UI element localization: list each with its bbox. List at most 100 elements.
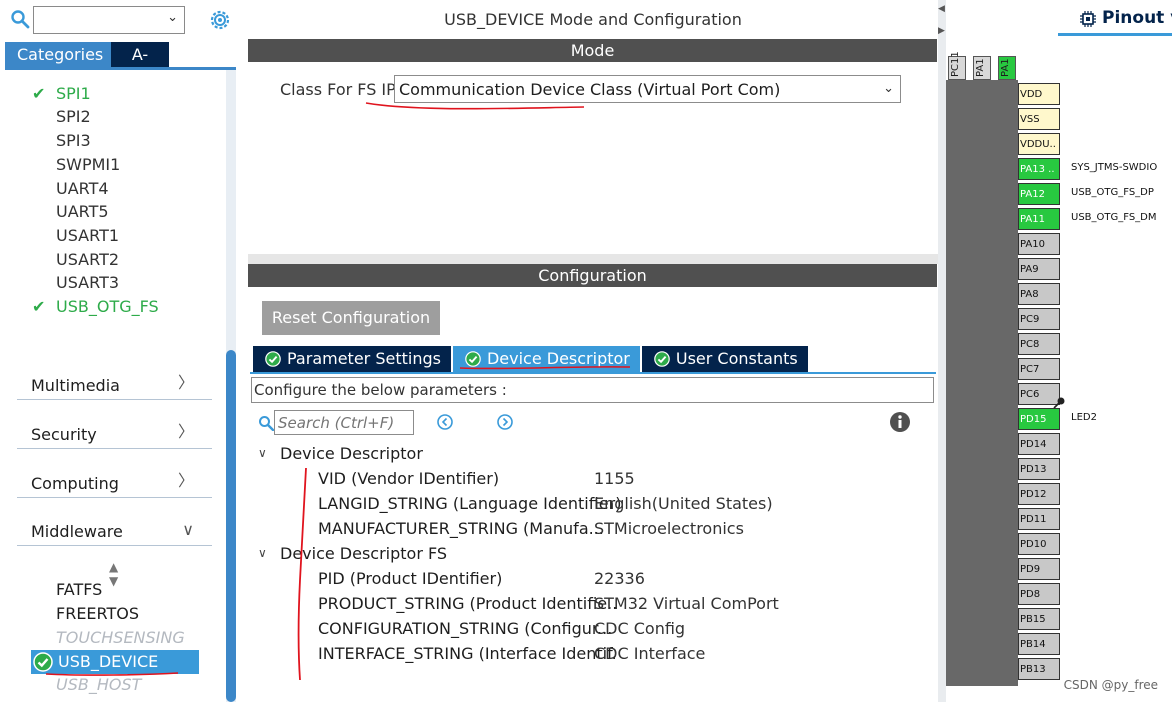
list-item-label: SPI1 — [56, 83, 91, 103]
category-multimedia[interactable]: Multimedia 〉 — [17, 360, 212, 400]
tab-device-descriptor[interactable]: Device Descriptor — [452, 346, 640, 372]
parameter-row[interactable]: PRODUCT_STRING (Product Identifie.. STM32… — [318, 591, 918, 616]
parameter-search[interactable] — [274, 410, 414, 435]
category-security[interactable]: Security 〉 — [17, 409, 212, 449]
pin-pc9[interactable]: PC9 — [1018, 308, 1060, 330]
tab-label: Device Descriptor — [486, 349, 630, 368]
panel-title: USB_DEVICE Mode and Configuration — [444, 10, 742, 29]
pin-signal-label: USB_OTG_FS_DM — [1071, 212, 1157, 223]
parameter-row[interactable]: LANGID_STRING (Language Identifier) Engli… — [318, 491, 918, 516]
pin-pb15[interactable]: PB15 — [1018, 608, 1060, 630]
parameter-value[interactable]: English(United States) — [594, 491, 773, 516]
chevron-down-icon[interactable]: ∨ — [258, 541, 267, 566]
pin-name: PA1 — [975, 58, 986, 77]
parameter-value[interactable]: 22336 — [594, 566, 645, 591]
pushpin-icon — [1053, 397, 1065, 409]
sort-icon[interactable]: ▲ ▼ — [109, 560, 118, 588]
pin-pa9[interactable]: PA9 — [1018, 258, 1060, 280]
pin-pb13[interactable]: PB13 — [1018, 658, 1060, 680]
list-item-label: SWPMI1 — [56, 154, 121, 174]
parameter-row[interactable]: CONFIGURATION_STRING (Configur... CDC Con… — [318, 616, 918, 641]
info-icon[interactable] — [889, 411, 911, 433]
pin-vddu[interactable]: VDDU.. — [1018, 133, 1060, 155]
chevron-down-icon[interactable]: ⌄ — [167, 10, 178, 25]
tab-categories[interactable]: Categories — [5, 42, 111, 68]
middleware-item[interactable]: FREERTOS — [56, 603, 139, 625]
reset-configuration-button[interactable]: Reset Configuration — [262, 301, 440, 335]
chevron-down-icon[interactable]: ∨ — [258, 441, 267, 466]
pin-pa1[interactable]: PA1 — [973, 56, 991, 80]
parameter-row[interactable]: INTERFACE_STRING (Interface Identif. CDC … — [318, 641, 918, 666]
left-scrollbar[interactable] — [226, 70, 236, 702]
pin-pb14[interactable]: PB14 — [1018, 633, 1060, 655]
pin-pc11[interactable]: PC11 — [948, 51, 966, 80]
expand-right-icon[interactable]: ▶ — [938, 26, 945, 36]
chevron-right-icon[interactable]: 〉 — [178, 467, 194, 491]
pin-pa11[interactable]: PA11 — [1018, 208, 1060, 230]
parameter-name: INTERFACE_STRING (Interface Identif. — [318, 644, 617, 663]
parameter-value[interactable]: STM32 Virtual ComPort — [594, 591, 779, 616]
mode-header: Mode — [248, 39, 937, 62]
checkmark-circle-icon — [33, 652, 53, 672]
pinout-view-tab[interactable]: Pinout vi — [1102, 8, 1172, 28]
parameter-name: LANGID_STRING (Language Identifier) — [318, 494, 622, 513]
pin-pa13[interactable]: PA13 .. — [1018, 158, 1060, 180]
parameter-value[interactable]: CDC Interface — [594, 641, 705, 666]
parameter-row[interactable]: PID (Product IDentifier) 22336 — [318, 566, 918, 591]
pin-pd9[interactable]: PD9 — [1018, 558, 1060, 580]
pin-pd8[interactable]: PD8 — [1018, 583, 1060, 605]
chevron-down-icon[interactable]: ∨ — [182, 520, 194, 539]
pin-pd12[interactable]: PD12 — [1018, 483, 1060, 505]
parameter-value[interactable]: CDC Config — [594, 616, 685, 641]
pin-vss[interactable]: VSS — [1018, 108, 1060, 130]
parameter-name: CONFIGURATION_STRING (Configur... — [318, 619, 613, 638]
tab-parameter-settings[interactable]: Parameter Settings — [253, 346, 451, 372]
search-icon[interactable] — [258, 415, 274, 431]
search-icon[interactable] — [10, 9, 30, 29]
category-label: Computing — [31, 474, 119, 493]
pin-pd15[interactable]: PD15 — [1018, 408, 1060, 430]
next-match-icon[interactable] — [496, 413, 514, 431]
tab-label: Parameter Settings — [287, 349, 441, 368]
pin-pd10[interactable]: PD10 — [1018, 533, 1060, 555]
stm32cubemx-window: ⌄ Categories A->Z SDMMC1✔SPI1SPI2SPI3SWP… — [0, 0, 1172, 702]
pin-pc7[interactable]: PC7 — [1018, 358, 1060, 380]
chevron-right-icon[interactable]: 〉 — [178, 369, 194, 393]
pin-pd13[interactable]: PD13 — [1018, 458, 1060, 480]
chevron-down-icon[interactable]: ⌄ — [883, 81, 894, 96]
category-computing[interactable]: Computing 〉 — [17, 458, 212, 498]
parameter-row[interactable]: VID (Vendor IDentifier) 1155 — [318, 466, 918, 491]
chevron-right-icon[interactable]: 〉 — [178, 418, 194, 442]
pin-pd14[interactable]: PD14 — [1018, 433, 1060, 455]
tab-a-z[interactable]: A->Z — [111, 42, 169, 90]
collapse-left-icon[interactable]: ◀ — [938, 4, 945, 14]
gear-icon[interactable] — [208, 8, 232, 32]
panel-splitter[interactable]: ◀ ▶ — [938, 0, 946, 702]
config-hint-box: Configure the below parameters : — [251, 377, 934, 403]
category-middleware[interactable]: Middleware ∨ — [17, 506, 212, 546]
pin-pc8[interactable]: PC8 — [1018, 333, 1060, 355]
parameter-value[interactable]: 1155 — [594, 466, 635, 491]
configuration-tabs: Parameter Settings Device Descriptor User … — [253, 346, 808, 372]
search-combobox[interactable]: ⌄ — [33, 6, 185, 34]
tab-label: User Constants — [675, 349, 798, 368]
left-scrollbar-thumb[interactable] — [226, 350, 236, 702]
middleware-item[interactable]: FATFS — [56, 579, 102, 601]
class-select[interactable]: Communication Device Class (Virtual Port… — [394, 75, 901, 103]
pin-pa1[interactable]: PA1 — [998, 56, 1016, 80]
pin-pd11[interactable]: PD11 — [1018, 508, 1060, 530]
pin-pa12[interactable]: PA12 — [1018, 183, 1060, 205]
previous-match-icon[interactable] — [436, 413, 454, 431]
pin-name: PA1 — [1000, 58, 1011, 77]
parameter-row[interactable]: MANUFACTURER_STRING (Manufa... STMicroele… — [318, 516, 918, 541]
checkmark-circle-icon — [654, 351, 670, 367]
list-item-label: SPI2 — [56, 107, 91, 127]
pin-vdd[interactable]: VDD — [1018, 83, 1060, 105]
pin-pa10[interactable]: PA10 — [1018, 233, 1060, 255]
mode-configuration-panel: USB_DEVICE Mode and Configuration Mode C… — [248, 0, 938, 702]
tab-user-constants[interactable]: User Constants — [641, 346, 808, 372]
tab-underline — [5, 67, 236, 70]
parameter-value[interactable]: STMicroelectronics — [594, 516, 744, 541]
pin-pa8[interactable]: PA8 — [1018, 283, 1060, 305]
parameter-search-input[interactable] — [275, 411, 411, 434]
